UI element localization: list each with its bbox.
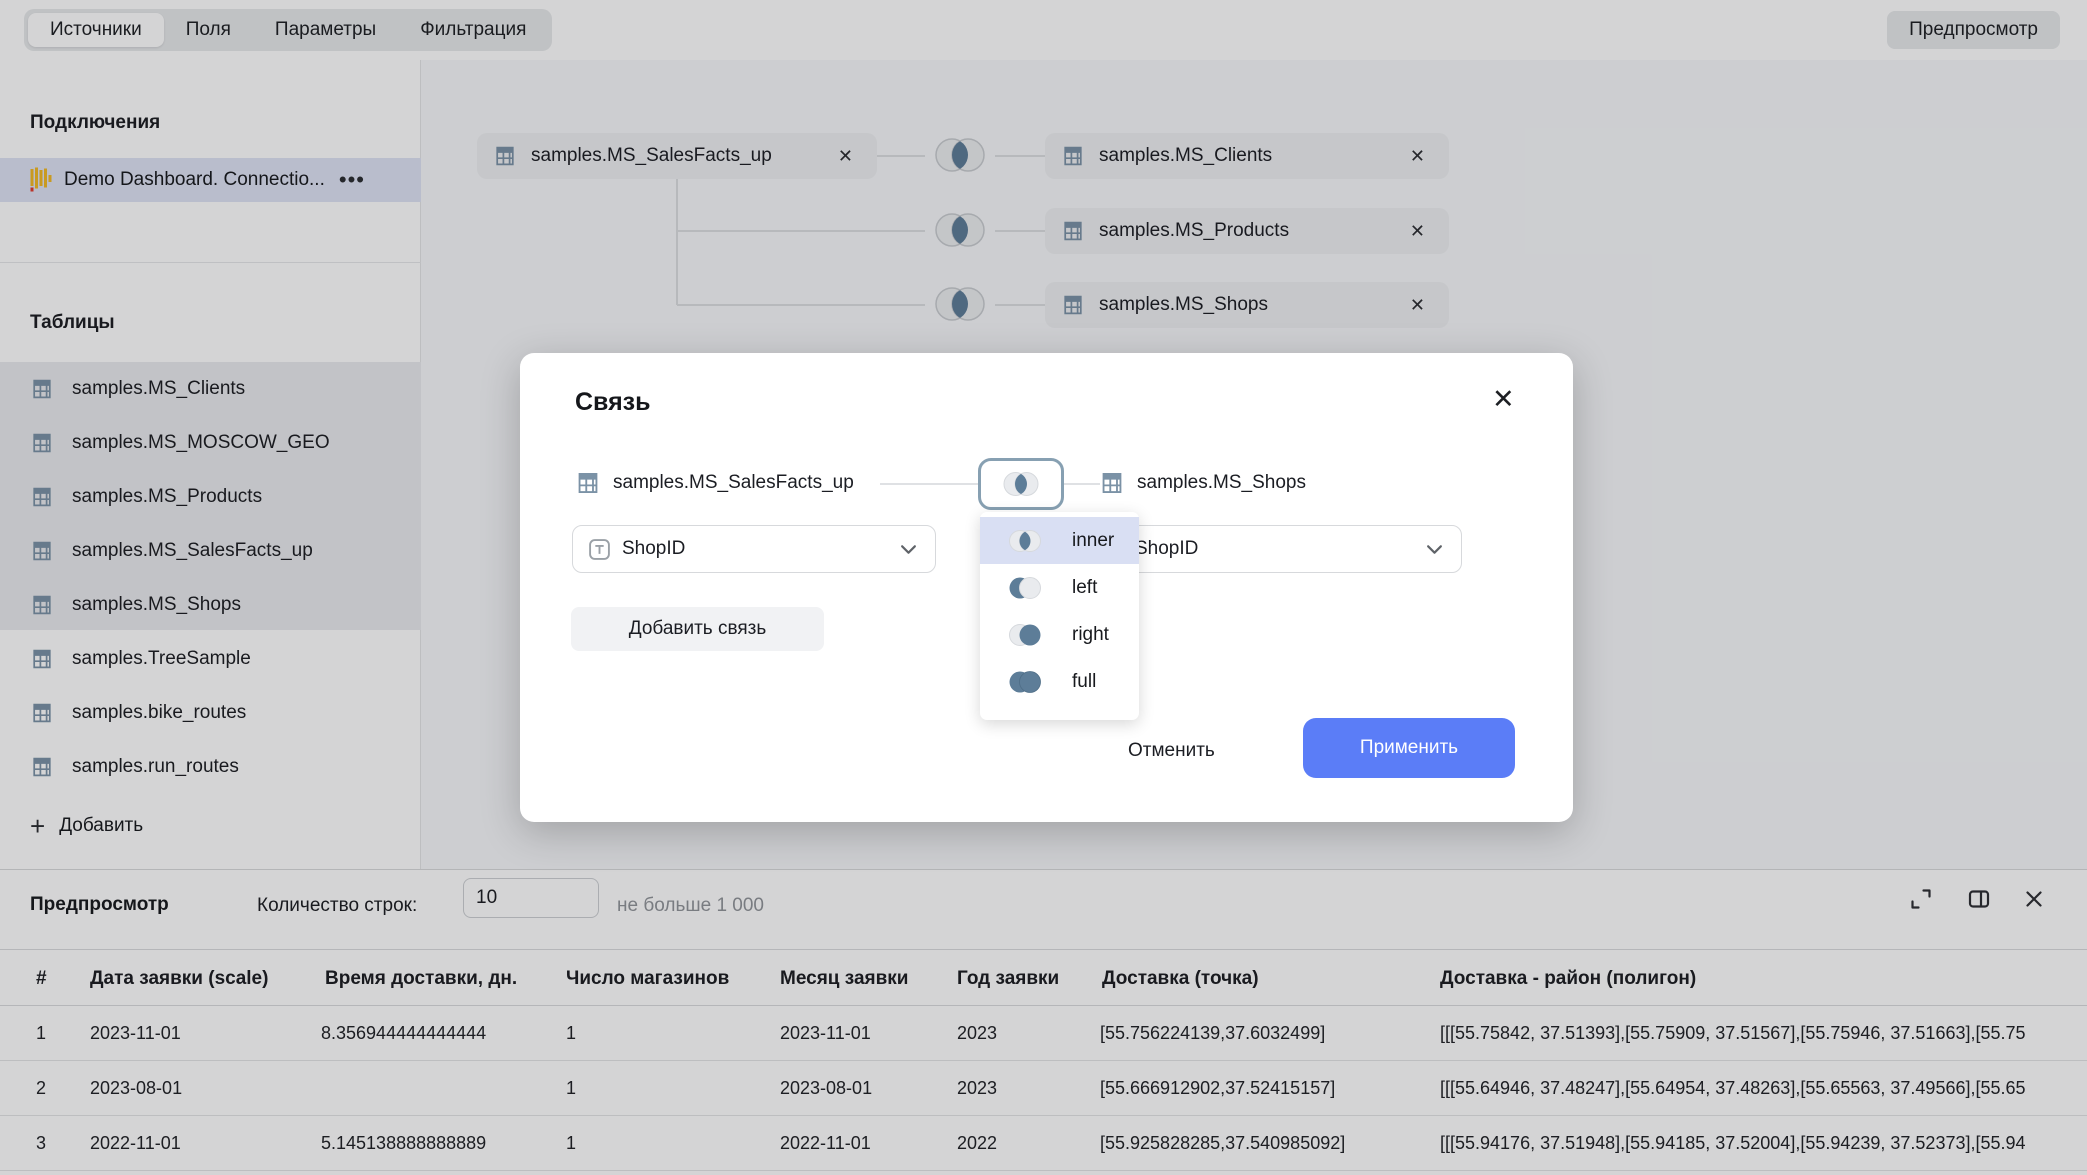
modal-title: Связь xyxy=(575,388,650,417)
relation-line xyxy=(1064,483,1100,485)
right-field-select[interactable]: ShopID xyxy=(1085,525,1462,573)
join-right-icon xyxy=(1005,621,1045,649)
join-inner-icon xyxy=(1005,527,1045,555)
apply-button[interactable]: Применить xyxy=(1303,718,1515,778)
join-option-label: right xyxy=(1072,624,1109,646)
join-option-left[interactable]: left xyxy=(980,564,1139,611)
cancel-button[interactable]: Отменить xyxy=(1112,722,1231,780)
left-table-name: samples.MS_SalesFacts_up xyxy=(613,472,854,494)
left-field-select[interactable]: ShopID xyxy=(572,525,936,573)
table-icon xyxy=(1099,470,1125,496)
join-option-label: left xyxy=(1072,577,1097,599)
dataset-editor-screen: Источники Поля Параметры Фильтрация Пред… xyxy=(0,0,2087,1175)
relation-line xyxy=(880,483,978,485)
join-inner-icon xyxy=(999,469,1043,499)
modal-close-icon[interactable]: ✕ xyxy=(1492,385,1515,413)
join-option-label: full xyxy=(1072,671,1096,693)
right-table-name: samples.MS_Shops xyxy=(1137,472,1306,494)
join-left-icon xyxy=(1005,574,1045,602)
join-option-label: inner xyxy=(1072,530,1114,552)
field-type-icon xyxy=(588,538,611,561)
join-option-inner[interactable]: inner xyxy=(980,517,1139,564)
right-field-value: ShopID xyxy=(1135,538,1426,560)
join-type-select[interactable] xyxy=(978,458,1064,510)
join-full-icon xyxy=(1005,668,1045,696)
chevron-down-icon xyxy=(900,544,917,555)
add-relation-button[interactable]: Добавить связь xyxy=(571,607,824,651)
chevron-down-icon xyxy=(1426,544,1443,555)
join-option-full[interactable]: full xyxy=(980,658,1139,705)
join-option-right[interactable]: right xyxy=(980,611,1139,658)
table-icon xyxy=(575,470,601,496)
relation-modal: Связь ✕ samples.MS_SalesFacts_up samples… xyxy=(520,353,1573,822)
left-field-value: ShopID xyxy=(622,538,900,560)
join-type-dropdown: inner left right xyxy=(980,512,1139,720)
